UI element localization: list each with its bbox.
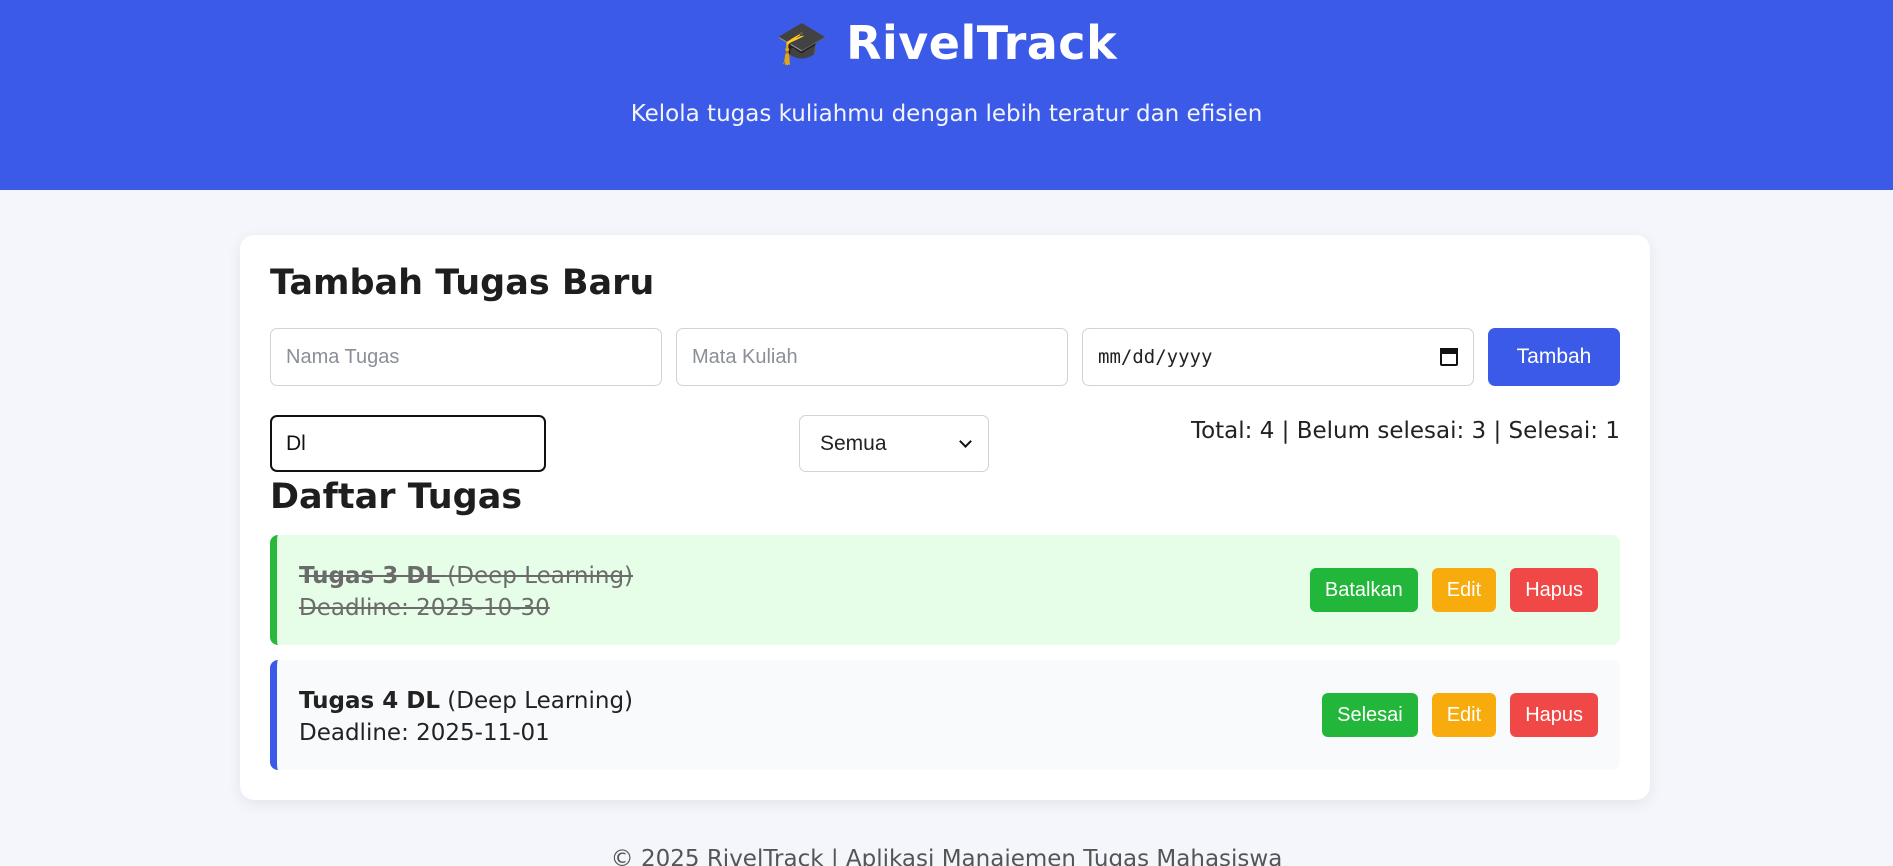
deadline-date-input[interactable]: mm/dd/yyyy [1082,328,1474,386]
task-title-line: Tugas 4 DL (Deep Learning) [299,685,633,717]
task-actions: Batalkan Edit Hapus [1309,568,1598,612]
main-card: Tambah Tugas Baru mm/dd/yyyy Tambah Semu… [240,235,1650,800]
task-stats: Total: 4 | Belum selesai: 3 | Selesai: 1 [1190,418,1620,444]
task-info: Tugas 3 DL (Deep Learning) Deadline: 202… [299,560,633,624]
task-actions: Selesai Edit Hapus [1322,693,1598,737]
add-task-button[interactable]: Tambah [1488,328,1620,386]
delete-task-button[interactable]: Hapus [1510,568,1598,612]
task-deadline: Deadline: 2025-11-01 [299,720,550,746]
edit-task-button[interactable]: Edit [1431,568,1497,612]
task-info: Tugas 4 DL (Deep Learning) Deadline: 202… [299,685,633,749]
chevron-down-icon [959,434,972,448]
complete-task-button[interactable]: Selesai [1322,693,1418,737]
brand: 🎓 RivelTrack [0,16,1893,70]
date-placeholder: mm/dd/yyyy [1098,346,1213,368]
task-course: (Deep Learning) [447,563,634,589]
course-input[interactable] [676,328,1068,386]
edit-task-button[interactable]: Edit [1431,693,1497,737]
task-name: Tugas 4 DL [299,688,440,714]
filter-selected-value: Semua [820,431,887,455]
app-header: 🎓 RivelTrack Kelola tugas kuliahmu denga… [0,0,1893,190]
task-course: (Deep Learning) [447,688,634,714]
task-item: Tugas 3 DL (Deep Learning) Deadline: 202… [270,535,1620,645]
task-name: Tugas 3 DL [299,563,440,589]
task-title-line: Tugas 3 DL (Deep Learning) [299,560,633,592]
add-task-title: Tambah Tugas Baru [270,263,655,303]
delete-task-button[interactable]: Hapus [1510,693,1598,737]
undo-task-button[interactable]: Batalkan [1309,568,1418,612]
task-name-input[interactable] [270,328,662,386]
task-item: Tugas 4 DL (Deep Learning) Deadline: 202… [270,660,1620,770]
calendar-icon[interactable] [1440,348,1458,366]
task-list-title: Daftar Tugas [270,477,523,517]
app-footer: © 2025 RivelTrack | Aplikasi Manajemen T… [610,846,1283,866]
app-tagline: Kelola tugas kuliahmu dengan lebih terat… [630,101,1263,127]
graduation-cap-icon: 🎓 [775,18,829,67]
app-title: RivelTrack [846,16,1118,70]
status-filter-select[interactable]: Semua [799,415,989,472]
search-input[interactable] [270,415,546,472]
task-deadline: Deadline: 2025-10-30 [299,595,550,621]
